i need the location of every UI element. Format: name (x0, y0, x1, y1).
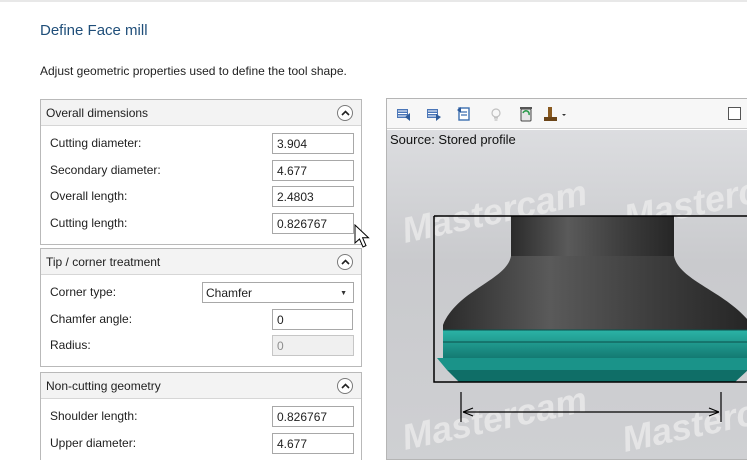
tip-corner-header[interactable]: Tip / corner treatment (41, 249, 361, 275)
svg-text:Mastercam: Mastercam (398, 379, 591, 458)
non-cutting-title: Non-cutting geometry (46, 378, 161, 393)
overall-dimensions-panel: Overall dimensions Cutting diameter: 3.9… (40, 99, 362, 245)
radius-field: 0 (272, 335, 354, 356)
secondary-diameter-row: Secondary diameter: 4.677 (41, 157, 361, 184)
collapse-noncutting-button[interactable] (337, 378, 353, 394)
upper-diameter-label: Upper diameter: (50, 435, 137, 450)
cutting-length-field[interactable]: 0.826767 (272, 212, 354, 234)
non-cutting-header[interactable]: Non-cutting geometry (41, 373, 361, 399)
tool-render: Mastercam Mastercam Mastercam Mastercam (398, 159, 747, 460)
cutting-length-row: Cutting length: 0.826767 (41, 210, 361, 237)
shoulder-length-field[interactable]: 0.826767 (272, 406, 354, 427)
shoulder-length-row: Shoulder length: 0.826767 (41, 403, 361, 430)
overall-dimensions-header[interactable]: Overall dimensions (41, 100, 361, 126)
corner-type-label: Corner type: (50, 285, 117, 299)
recycle-icon[interactable] (517, 106, 535, 122)
radius-row: Radius: 0 (41, 332, 361, 359)
chevron-up-icon (340, 383, 350, 389)
cutting-length-label: Cutting length: (50, 215, 128, 230)
chevron-up-icon (340, 110, 350, 116)
secondary-diameter-field[interactable]: 4.677 (272, 159, 354, 181)
render-canvas[interactable]: Mastercam Mastercam Mastercam Mastercam (387, 130, 747, 460)
import-left-icon[interactable] (395, 106, 413, 122)
mouse-cursor-icon (354, 224, 370, 248)
secondary-diameter-label: Secondary diameter: (50, 162, 161, 177)
svg-text:Mastercam: Mastercam (618, 381, 747, 460)
collapse-overall-button[interactable] (337, 105, 353, 121)
corner-type-row: Corner type: Chamfer ▼ (41, 279, 361, 306)
overall-length-field[interactable]: 2.4803 (272, 186, 354, 207)
upper-diameter-row: Upper diameter: 4.677 (41, 430, 361, 457)
source-label: Source: Stored profile (390, 132, 516, 147)
chamfer-angle-field[interactable]: 0 (272, 308, 353, 330)
page-description: Adjust geometric properties used to defi… (40, 64, 347, 78)
import-right-icon[interactable] (425, 106, 443, 122)
overall-length-label: Overall length: (50, 189, 128, 203)
cutting-diameter-row: Cutting diameter: 3.904 (41, 130, 361, 157)
cutting-diameter-field[interactable]: 3.904 (272, 133, 354, 154)
overall-length-row: Overall length: 2.4803 (41, 183, 361, 210)
corner-type-value: Chamfer (206, 286, 253, 300)
load-profile-icon[interactable] (455, 106, 473, 122)
overall-dimensions-title: Overall dimensions (46, 105, 149, 120)
chevron-up-icon (340, 259, 350, 265)
dropdown-arrow-icon: ▼ (340, 290, 347, 297)
tip-corner-title: Tip / corner treatment (46, 254, 161, 269)
page-title: Define Face mill (40, 22, 148, 39)
chamfer-angle-label: Chamfer angle: (50, 311, 133, 326)
tool-display-icon[interactable] (543, 106, 569, 122)
lightbulb-icon (491, 108, 501, 121)
tool-preview-viewer: Mastercam Mastercam Mastercam Mastercam (386, 98, 747, 460)
chamfer-angle-row: Chamfer angle: 0 (41, 306, 361, 333)
corner-type-select[interactable]: Chamfer ▼ (202, 282, 354, 303)
upper-diameter-field[interactable]: 4.677 (272, 432, 354, 454)
non-cutting-panel: Non-cutting geometry Shoulder length: 0.… (40, 372, 362, 460)
radius-label: Radius: (50, 338, 91, 352)
tip-corner-panel: Tip / corner treatment Corner type: Cham… (40, 248, 362, 367)
viewer-toolbar (387, 99, 747, 129)
collapse-tip-button[interactable] (337, 254, 353, 270)
cutting-diameter-label: Cutting diameter: (50, 136, 142, 150)
shoulder-length-label: Shoulder length: (50, 409, 138, 423)
viewer-option-checkbox[interactable] (728, 107, 741, 120)
top-divider (0, 0, 747, 2)
